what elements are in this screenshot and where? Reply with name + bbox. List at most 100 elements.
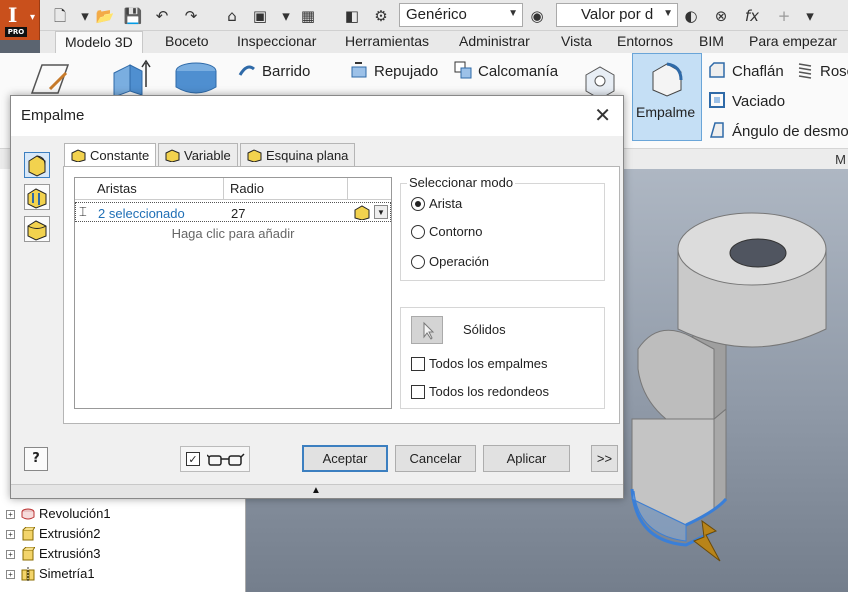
tab-constante[interactable]: Constante — [64, 143, 157, 168]
settings-gear-icon[interactable]: ⚙ — [371, 6, 391, 26]
customize-dropdown-icon[interactable]: ▾ — [800, 6, 820, 26]
tab-administrar[interactable]: Administrar — [450, 31, 539, 53]
tab-inspeccionar[interactable]: Inspeccionar — [228, 31, 325, 53]
collapse-triangle-icon[interactable]: ▲ — [311, 485, 321, 496]
undo-icon[interactable]: ↶ — [152, 6, 172, 26]
dialog-footer-collapse[interactable]: ▲ — [11, 484, 623, 498]
cancelar-button[interactable]: Cancelar — [395, 445, 476, 472]
tree-item-simetria1[interactable]: + Simetría1 — [6, 566, 95, 581]
solids-select-button[interactable] — [411, 316, 443, 344]
redo-icon[interactable]: ↷ — [181, 6, 201, 26]
preview-toggle[interactable]: ✓ — [180, 446, 250, 472]
chamfer-icon — [709, 62, 725, 78]
quick-access-toolbar: I PRO ▾ 🗋 ▾ 📂 💾 ↶ ↷ ⌂ ▣ ▾ ▦ ◧ ⚙ Genérico… — [0, 0, 848, 40]
help-button[interactable]: ? — [24, 447, 48, 471]
chevron-down-icon[interactable]: ▾ — [75, 6, 95, 26]
tab-vista[interactable]: Vista — [552, 31, 601, 53]
divider — [223, 178, 224, 200]
image-icon[interactable]: ▣ — [250, 6, 270, 26]
new-file-icon[interactable]: 🗋 — [50, 6, 70, 26]
glasses-icon — [207, 453, 245, 466]
select-filter-icon[interactable]: ▦ — [298, 6, 318, 26]
sketch-icon[interactable] — [28, 59, 72, 99]
color-wheel-icon[interactable]: ◉ — [527, 6, 547, 26]
home-icon[interactable]: ⌂ — [222, 6, 242, 26]
edges-selected-cell[interactable]: 2 seleccionado — [98, 206, 185, 221]
chaflan-button[interactable]: Chaflán — [708, 61, 784, 80]
add-edge-hint[interactable]: Haga clic para añadir — [75, 226, 391, 241]
full-round-fillet-icon — [27, 220, 47, 241]
tab-para-empezar[interactable]: Para empezar — [740, 31, 846, 53]
chevron-down-icon[interactable]: ▾ — [276, 6, 296, 26]
col-aristas: Aristas — [97, 181, 137, 196]
tab-bim[interactable]: BIM — [690, 31, 733, 53]
rosca-button[interactable]: Rosc — [796, 61, 848, 80]
tree-item-extrusion3[interactable]: + Extrusión3 — [6, 546, 100, 561]
tab-herramientas[interactable]: Herramientas — [336, 31, 438, 53]
aplicar-button[interactable]: Aplicar — [483, 445, 570, 472]
revolve-icon[interactable] — [172, 57, 220, 97]
constante-panel: Aristas Radio ⌶ 2 seleccionado 27 ▼ Haga… — [63, 166, 620, 424]
radio-button[interactable] — [411, 255, 425, 269]
setback-fillet-icon — [247, 149, 262, 163]
radio-arista[interactable]: Arista — [411, 196, 462, 211]
face-fillet-tool[interactable] — [24, 184, 50, 210]
chevron-down-icon[interactable]: ▼ — [374, 205, 388, 219]
mirror-feature-icon — [21, 567, 35, 581]
grid-header: Aristas Radio — [75, 178, 391, 200]
checkbox[interactable] — [411, 385, 425, 399]
empalme-button[interactable]: Empalme — [632, 53, 702, 141]
clear-appearance-icon[interactable]: ⊗ — [711, 6, 731, 26]
expand-icon[interactable]: + — [6, 550, 15, 559]
radio-contorno[interactable]: Contorno — [411, 224, 482, 239]
select-cursor-icon: ⌶ — [79, 204, 87, 219]
checkbox-todos-empalmes[interactable]: Todos los empalmes — [411, 356, 548, 371]
measure-icon[interactable]: ◧ — [342, 6, 362, 26]
extrude-icon[interactable] — [108, 57, 152, 97]
preview-checkbox[interactable]: ✓ — [186, 452, 200, 466]
checkbox-todos-redondeos[interactable]: Todos los redondeos — [411, 384, 549, 399]
radio-operacion[interactable]: Operación — [411, 254, 489, 269]
expand-icon[interactable]: + — [6, 570, 15, 579]
adjust-appearance-icon[interactable]: ◐ — [681, 6, 701, 26]
vaciado-button[interactable]: Vaciado — [708, 91, 785, 110]
expand-icon[interactable]: + — [6, 510, 15, 519]
radio-button-checked[interactable] — [411, 197, 425, 211]
dialog-titlebar[interactable]: Empalme ✕ — [11, 96, 623, 136]
aceptar-button[interactable]: Aceptar — [302, 445, 388, 472]
barrido-button[interactable]: Barrido — [238, 61, 310, 80]
plus-icon[interactable]: + — [774, 6, 794, 26]
tree-item-extrusion2[interactable]: + Extrusión2 — [6, 526, 100, 541]
tab-esquina-plana[interactable]: Esquina plana — [240, 143, 356, 167]
more-options-button[interactable]: >> — [591, 445, 618, 472]
save-icon[interactable]: 💾 — [123, 6, 143, 26]
appearance-select[interactable]: Valor por d ▼ — [556, 3, 678, 27]
open-folder-icon[interactable]: 📂 — [95, 6, 115, 26]
checkbox[interactable] — [411, 357, 425, 371]
close-icon[interactable]: ✕ — [594, 103, 611, 127]
revolve-feature-icon — [21, 508, 35, 520]
sweep-icon — [238, 65, 255, 76]
full-round-fillet-tool[interactable] — [24, 216, 50, 242]
table-row[interactable]: ⌶ 2 seleccionado 27 ▼ — [75, 202, 391, 222]
tree-item-revolucion1[interactable]: + Revolución1 — [6, 506, 111, 521]
repujado-button[interactable]: Repujado — [350, 61, 438, 80]
calcomania-button[interactable]: Calcomanía — [454, 61, 558, 80]
tab-entornos[interactable]: Entornos — [608, 31, 682, 53]
tab-variable[interactable]: Variable — [158, 143, 238, 167]
angulo-desmoldeo-button[interactable]: Ángulo de desmo — [708, 121, 848, 140]
edge-fillet-icon — [28, 155, 46, 177]
tab-modelo-3d[interactable]: Modelo 3D — [55, 31, 143, 53]
radio-button[interactable] — [411, 225, 425, 239]
material-select[interactable]: Genérico ▼ — [399, 3, 523, 27]
expand-icon[interactable]: + — [6, 530, 15, 539]
edge-fillet-tool[interactable] — [24, 152, 50, 178]
radius-cell[interactable]: 27 — [231, 206, 245, 221]
tab-boceto[interactable]: Boceto — [156, 31, 218, 53]
chevron-down-icon: ▼ — [663, 8, 673, 19]
application-menu-button[interactable]: I PRO ▾ — [0, 0, 40, 40]
solids-label: Sólidos — [463, 322, 506, 337]
parameters-fx-icon[interactable]: fx — [742, 6, 762, 26]
empalme-dialog: Empalme ✕ Constante Variable Esquina pla… — [10, 95, 624, 499]
shell-small-icon — [709, 92, 725, 108]
